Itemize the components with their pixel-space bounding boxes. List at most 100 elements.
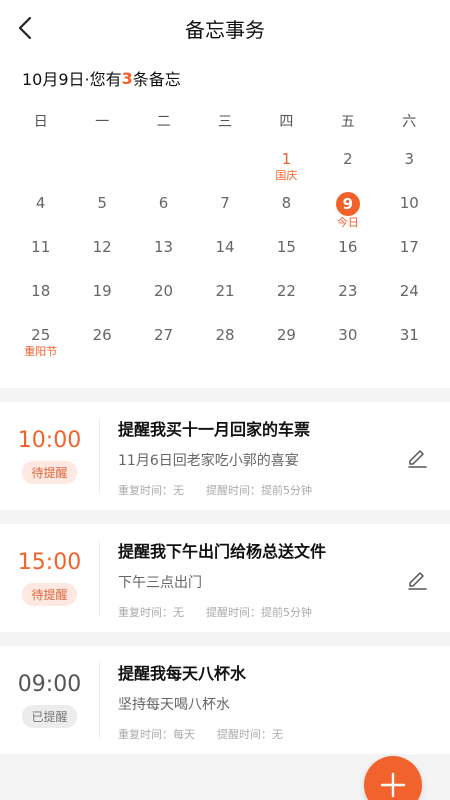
reminder-content: 提醒我每天八杯水 坚持每天喝八杯水 重复时间：每天 提醒时间：无 xyxy=(100,646,450,754)
back-icon[interactable] xyxy=(12,14,40,42)
calendar-day[interactable]: 12 xyxy=(71,228,132,272)
day-number: 19 xyxy=(92,282,112,300)
day-number: 7 xyxy=(220,194,230,212)
day-number: 17 xyxy=(399,238,419,256)
calendar-day[interactable]: 15 xyxy=(256,228,317,272)
calendar-day[interactable]: 14 xyxy=(194,228,255,272)
day-number: 3 xyxy=(404,150,415,168)
calendar-day[interactable]: 17 xyxy=(379,228,440,272)
reminder-content: 提醒我买十一月回家的车票 11月6日回老家吃小郭的喜宴 重复时间：无 提醒时间：提前5… xyxy=(100,402,450,510)
calendar-day[interactable]: 1 国庆 xyxy=(256,140,317,184)
calendar-day[interactable]: 16 xyxy=(317,228,378,272)
day-number: 9 xyxy=(335,192,360,216)
pencil-icon[interactable] xyxy=(406,446,428,468)
day-label: 重阳节 xyxy=(24,345,58,358)
reminder-meta: 重复时间：无 提醒时间：提前5分钟 xyxy=(118,604,450,620)
calendar-day[interactable]: 2 xyxy=(317,140,378,184)
calendar-day[interactable]: 13 xyxy=(133,228,194,272)
day-number: 6 xyxy=(158,194,169,212)
reminder-card[interactable]: 10:00 待提醒 提醒我买十一月回家的车票 11月6日回老家吃小郭的喜宴 重复时间：无… xyxy=(0,402,450,510)
day-number: 11 xyxy=(31,238,51,256)
weekday-label: 五 xyxy=(340,114,355,130)
calendar-day[interactable]: 30 xyxy=(317,316,378,360)
summary-prefix: ·您有 xyxy=(84,70,122,89)
summary-count: 3 xyxy=(121,68,133,88)
calendar-blank xyxy=(71,140,132,184)
remind-time: 提醒时间：无 xyxy=(217,728,283,741)
day-number: 20 xyxy=(154,282,174,300)
day-number: 24 xyxy=(399,282,419,300)
calendar-day[interactable]: 5 xyxy=(71,184,132,228)
day-number: 18 xyxy=(31,282,51,300)
day-number: 30 xyxy=(338,326,358,344)
summary-date: 10月9日 xyxy=(22,70,85,89)
calendar-day[interactable]: 21 xyxy=(194,272,255,316)
reminder-meta: 重复时间：每天 提醒时间：无 xyxy=(118,726,450,742)
calendar-day[interactable]: 20 xyxy=(133,272,194,316)
reminder-card[interactable]: 09:00 已提醒 提醒我每天八杯水 坚持每天喝八杯水 重复时间：每天 提醒时间：无 xyxy=(0,646,450,754)
day-number: 10 xyxy=(399,194,419,212)
reminder-title: 提醒我买十一月回家的车票 xyxy=(118,420,311,439)
day-number: 29 xyxy=(276,326,296,344)
calendar-day[interactable]: 23 xyxy=(317,272,378,316)
calendar-day[interactable]: 28 xyxy=(194,316,255,360)
calendar-grid: 1 国庆 2 3 4 5 6 7 8 9 今日 10 11 12 13 14 15 16 17 18 19 20 21 22 2… xyxy=(10,140,440,360)
status-badge: 待提醒 xyxy=(22,461,77,484)
pencil-icon[interactable] xyxy=(406,568,428,590)
day-number: 4 xyxy=(35,194,46,212)
reminder-time-block: 15:00 待提醒 xyxy=(0,540,100,616)
reminder-card[interactable]: 15:00 待提醒 提醒我下午出门给杨总送文件 下午三点出门 重复时间：无 提醒时间：提前… xyxy=(0,524,450,632)
reminder-content: 提醒我下午出门给杨总送文件 下午三点出门 重复时间：无 提醒时间：提前5分钟 xyxy=(100,524,450,632)
calendar-day[interactable]: 4 xyxy=(10,184,71,228)
add-button[interactable] xyxy=(364,756,422,800)
calendar-day[interactable]: 19 xyxy=(71,272,132,316)
calendar-day[interactable]: 11 xyxy=(10,228,71,272)
day-number: 22 xyxy=(276,282,296,300)
plus-icon xyxy=(380,772,406,798)
day-number: 14 xyxy=(215,238,235,256)
calendar-day[interactable]: 3 xyxy=(379,140,440,184)
repeat-time: 重复时间：无 xyxy=(118,484,184,497)
day-number: 15 xyxy=(276,238,296,256)
remind-time: 提醒时间：提前5分钟 xyxy=(206,606,312,619)
calendar-day[interactable]: 6 xyxy=(133,184,194,228)
calendar-day[interactable]: 26 xyxy=(71,316,132,360)
day-number: 23 xyxy=(338,282,358,300)
calendar-blank xyxy=(194,140,255,184)
weekday-header: 日一二三四五六 xyxy=(10,106,440,136)
calendar-blank xyxy=(10,140,71,184)
day-label: 国庆 xyxy=(275,169,298,182)
status-badge: 待提醒 xyxy=(22,583,77,606)
day-number: 25 xyxy=(31,326,51,344)
weekday-label: 四 xyxy=(279,114,294,130)
calendar-day[interactable]: 31 xyxy=(379,316,440,360)
reminder-meta: 重复时间：无 提醒时间：提前5分钟 xyxy=(118,482,450,498)
calendar-day[interactable]: 27 xyxy=(133,316,194,360)
calendar-day[interactable]: 10 xyxy=(379,184,440,228)
reminder-time: 15:00 xyxy=(17,550,82,575)
reminder-description: 坚持每天喝八杯水 xyxy=(118,697,230,713)
calendar-day[interactable]: 29 xyxy=(256,316,317,360)
calendar-day[interactable]: 18 xyxy=(10,272,71,316)
calendar: 日一二三四五六 1 国庆 2 3 4 5 6 7 8 9 今日 10 11 12 13 14 15 16 17 18 1… xyxy=(0,100,450,388)
day-number: 28 xyxy=(215,326,235,344)
day-number: 31 xyxy=(399,326,419,344)
calendar-day[interactable]: 25 重阳节 xyxy=(10,316,71,360)
weekday-label: 日 xyxy=(33,114,48,130)
calendar-day-today[interactable]: 9 今日 xyxy=(317,184,378,229)
calendar-day[interactable]: 7 xyxy=(194,184,255,228)
day-number: 2 xyxy=(343,150,353,168)
calendar-day[interactable]: 8 xyxy=(256,184,317,228)
day-number: 16 xyxy=(338,238,358,256)
calendar-day[interactable]: 24 xyxy=(379,272,440,316)
repeat-time: 重复时间：每天 xyxy=(118,728,195,741)
day-number: 12 xyxy=(92,238,112,256)
day-number: 13 xyxy=(154,238,174,256)
weekday-label: 一 xyxy=(95,114,110,130)
day-number: 8 xyxy=(281,194,292,212)
reminder-time-block: 10:00 待提醒 xyxy=(0,418,100,494)
reminder-description: 下午三点出门 xyxy=(118,575,202,591)
reminder-time: 09:00 xyxy=(17,672,82,697)
reminder-list: 10:00 待提醒 提醒我买十一月回家的车票 11月6日回老家吃小郭的喜宴 重复时间：无… xyxy=(0,402,450,754)
calendar-day[interactable]: 22 xyxy=(256,272,317,316)
